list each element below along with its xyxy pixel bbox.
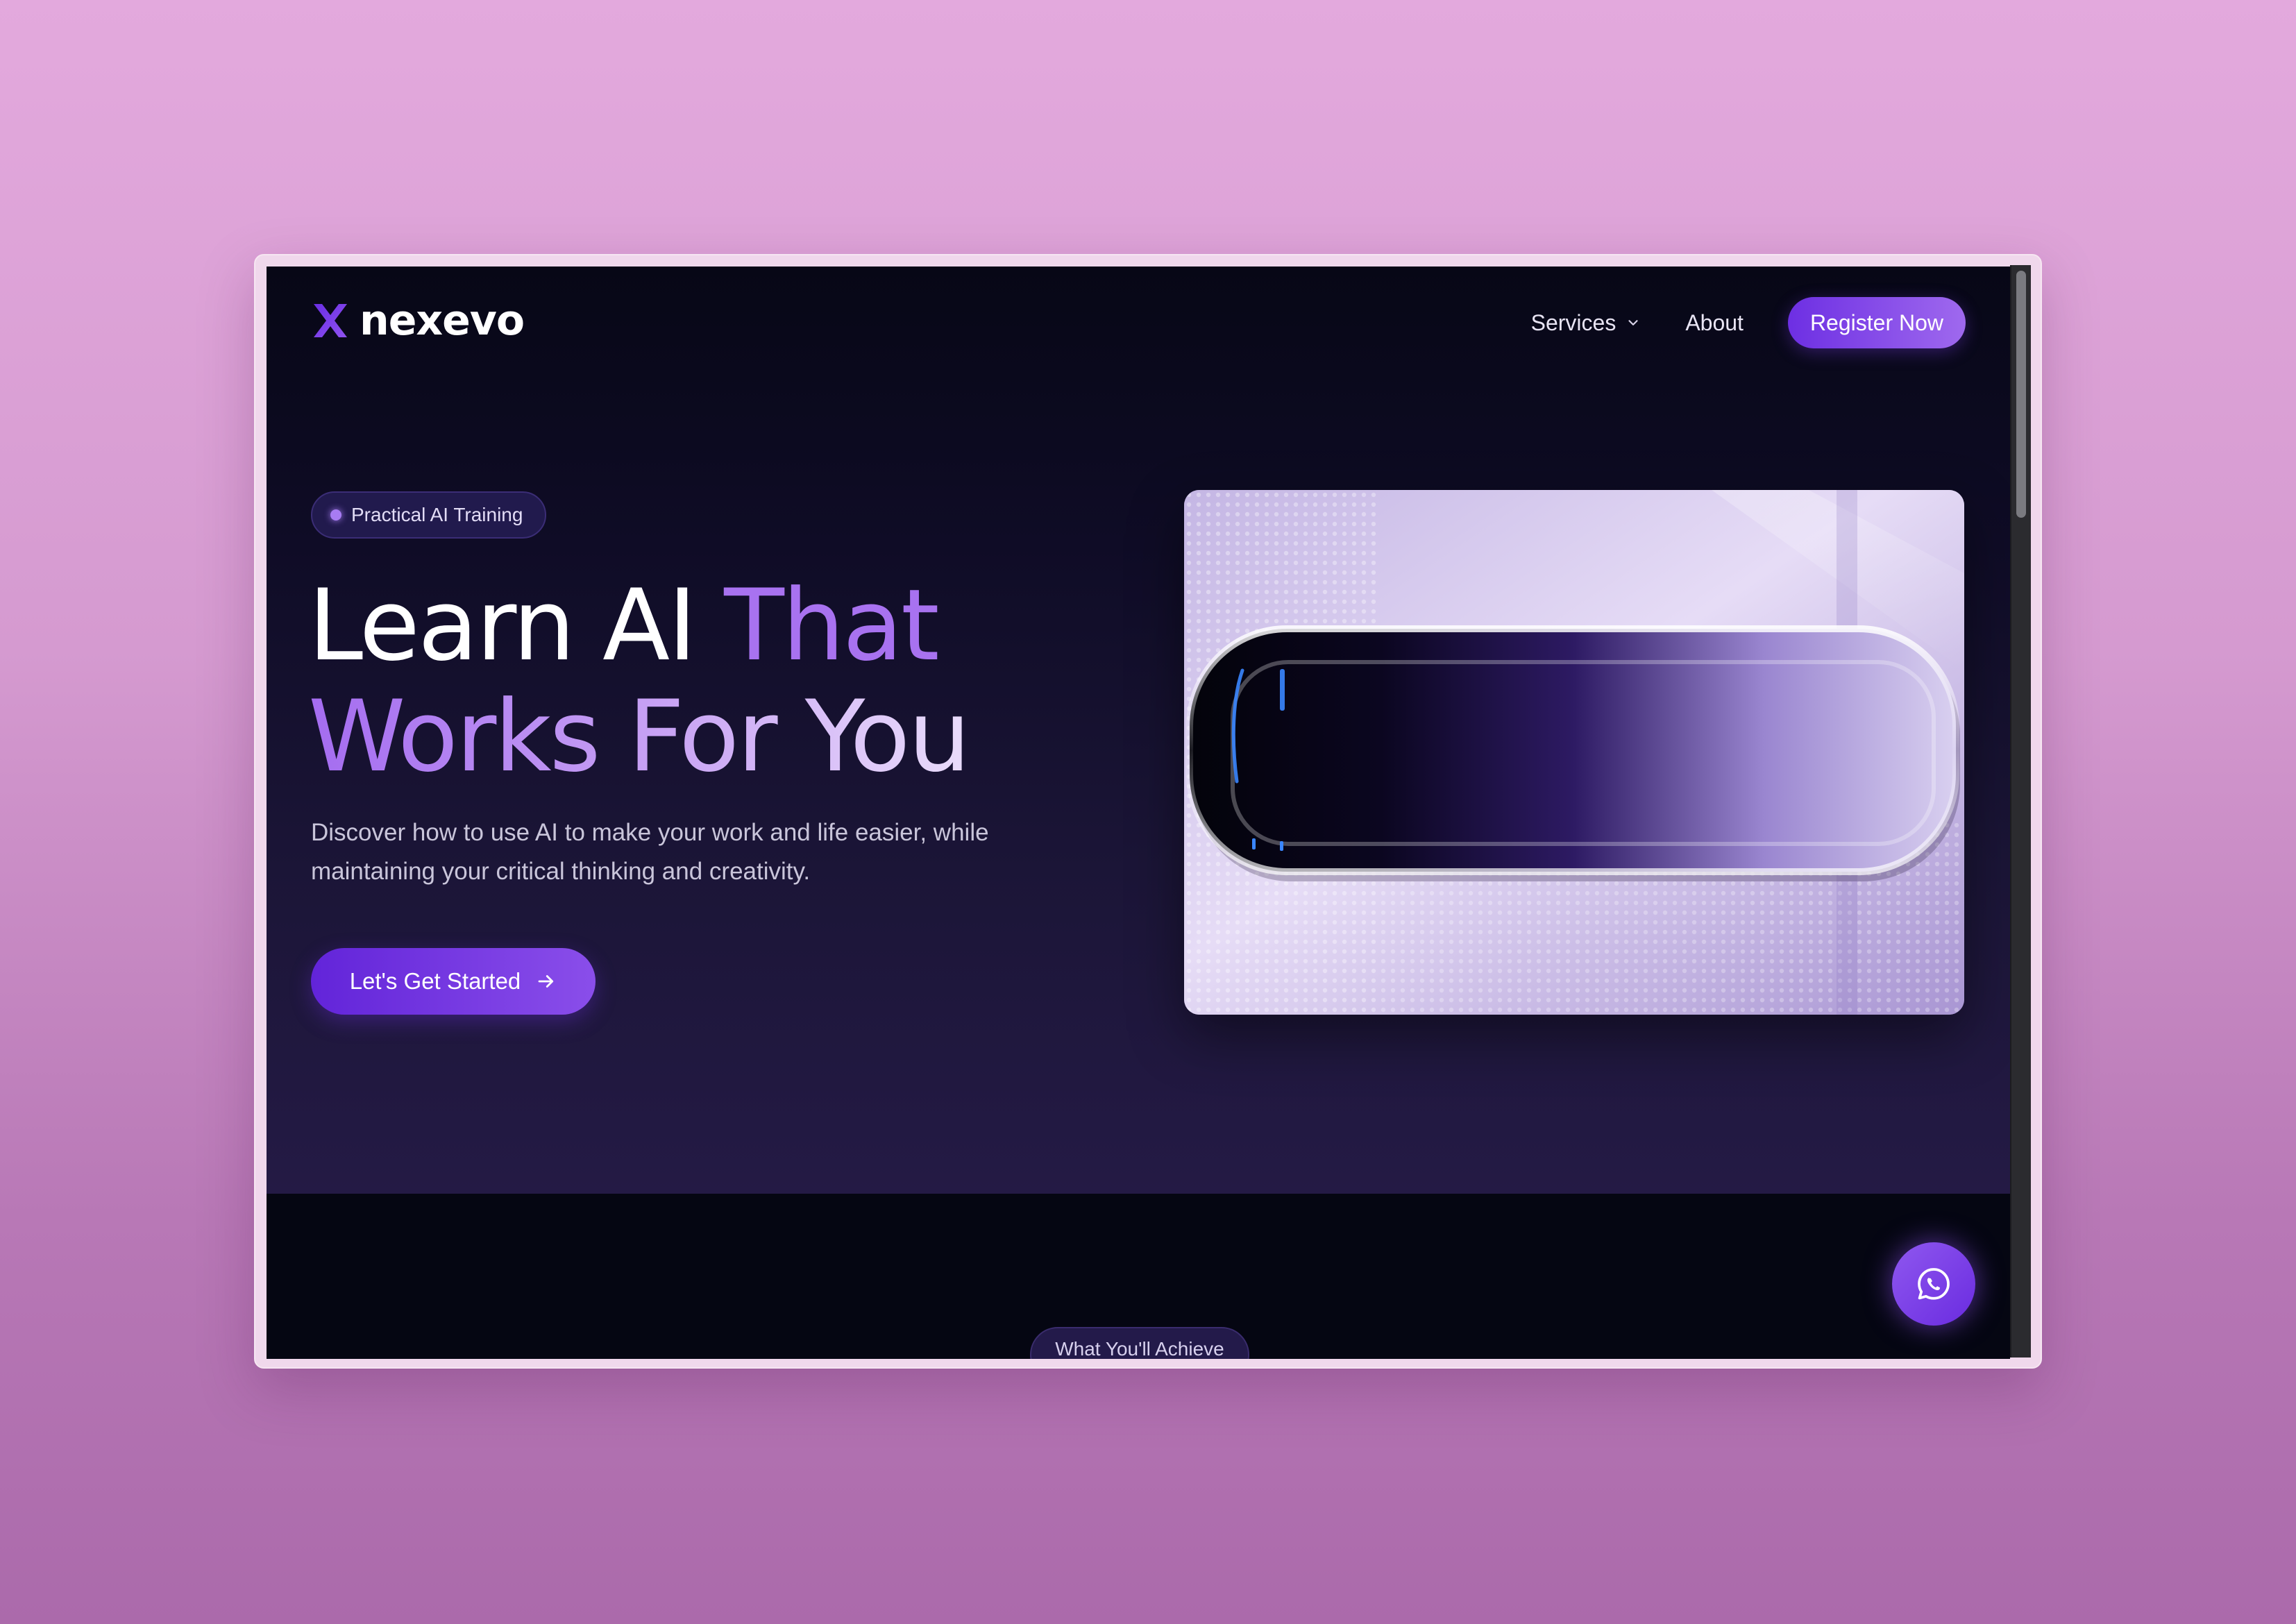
whatsapp-button[interactable] bbox=[1892, 1242, 1975, 1326]
badge-label: Practical AI Training bbox=[351, 504, 523, 525]
hero-badge: Practical AI Training bbox=[311, 491, 547, 539]
logo[interactable]: nexevo bbox=[311, 296, 525, 345]
badge-dot-icon bbox=[330, 509, 341, 521]
whatsapp-icon bbox=[1918, 1268, 1950, 1300]
page-scrollbar[interactable] bbox=[2010, 265, 2031, 1357]
nav-services-label: Services bbox=[1530, 310, 1617, 335]
glass-capsule-image bbox=[1184, 490, 1964, 1015]
register-button[interactable]: Register Now bbox=[1787, 297, 1966, 348]
nav-about[interactable]: About bbox=[1685, 310, 1744, 336]
x-logo-icon bbox=[314, 304, 347, 337]
headline-part2: That bbox=[724, 568, 939, 683]
arrow-right-icon bbox=[538, 975, 554, 988]
headline-part3: Works For You bbox=[308, 679, 970, 794]
hero-subtext: Discover how to use AI to make your work… bbox=[311, 819, 989, 885]
hero-image bbox=[1184, 490, 1964, 1015]
nav-services[interactable]: Services bbox=[1531, 310, 1641, 336]
page-viewport: nexevo Services About Register Now Pract… bbox=[267, 267, 2010, 1359]
hero-headline: Learn AI That Works For You bbox=[308, 568, 970, 794]
hero-section: nexevo Services About Register Now Pract… bbox=[267, 267, 2010, 1194]
browser-frame: nexevo Services About Register Now Pract… bbox=[254, 254, 2042, 1369]
get-started-label: Let's Get Started bbox=[349, 968, 521, 994]
main-nav: Services About Register Now bbox=[1531, 297, 1966, 348]
brand-name: nexevo bbox=[360, 296, 525, 345]
nav-about-label: About bbox=[1685, 310, 1744, 335]
chevron-down-icon bbox=[1628, 320, 1638, 325]
get-started-button[interactable]: Let's Get Started bbox=[311, 948, 596, 1015]
scrollbar-thumb[interactable] bbox=[2016, 271, 2026, 518]
section-label-pill: What You'll Achieve bbox=[1030, 1327, 1249, 1359]
headline-part1: Learn AI bbox=[308, 568, 725, 683]
